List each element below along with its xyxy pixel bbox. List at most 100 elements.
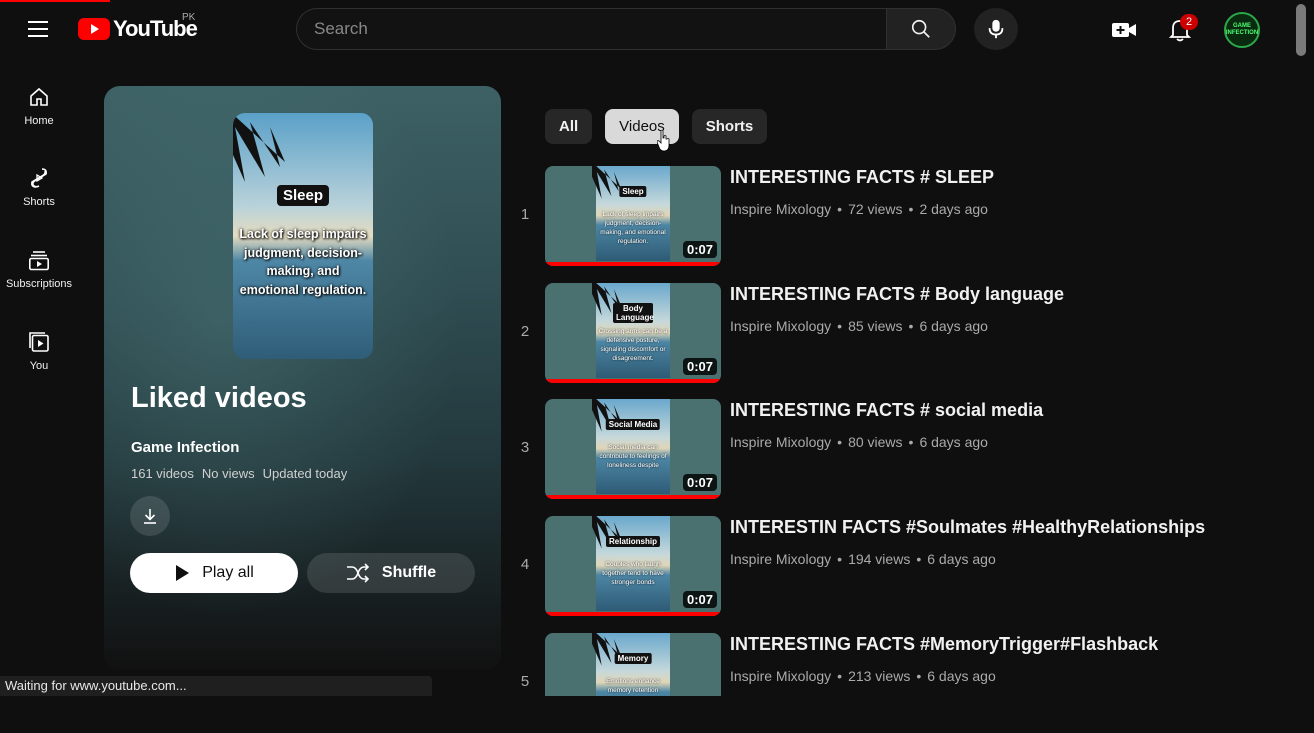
video-thumbnail[interactable]: Social Media Social media can contribute… [545, 399, 721, 499]
play-icon [176, 565, 190, 581]
video-meta: Inspire Mixology • 85 views • 6 days ago [730, 318, 988, 334]
sidebar-item-subscriptions[interactable]: Subscriptions [4, 233, 74, 305]
thumbnail-caption: Lack of sleep impairs judgment, decision… [239, 227, 367, 297]
sidebar-item-label: Subscriptions [5, 278, 73, 290]
view-count: 213 views [848, 668, 911, 684]
youtube-logo[interactable]: YouTube [78, 16, 198, 42]
thumbnail-title: Sleep [276, 185, 330, 206]
shuffle-icon [346, 563, 370, 583]
duration-badge: 0:07 [682, 474, 717, 491]
list-item[interactable]: 2 Body Language Crossing arms can be a d… [510, 283, 1270, 383]
search-bar [296, 8, 956, 50]
watch-progress-bar [545, 495, 721, 499]
thumbnail-caption: Lack of sleep impairs judgment, decision… [600, 211, 666, 245]
separator-dot: • [837, 434, 843, 450]
channel-name[interactable]: Inspire Mixology [730, 318, 831, 334]
play-all-button[interactable]: Play all [130, 553, 298, 593]
channel-name[interactable]: Inspire Mixology [730, 551, 831, 567]
separator-dot: • [916, 668, 922, 684]
hamburger-menu-button[interactable] [18, 12, 58, 46]
sidebar-item-you[interactable]: You [4, 315, 74, 387]
thumbnail-caption: Social media can contribute to feelings … [599, 444, 667, 469]
view-count: 72 views [848, 201, 903, 217]
video-title[interactable]: INTERESTING FACTS # Body language [730, 284, 1064, 305]
video-title[interactable]: INTERESTIN FACTS #Soulmates #HealthyRela… [730, 517, 1205, 538]
separator-dot: • [837, 668, 843, 684]
channel-name[interactable]: Inspire Mixology [730, 434, 831, 450]
menu-line [28, 35, 48, 37]
video-thumbnail[interactable]: Body Language Crossing arms can be a def… [545, 283, 721, 383]
separator-dot: • [837, 551, 843, 567]
separator-dot: • [908, 434, 914, 450]
playlist-owner[interactable]: Game Infection [131, 439, 239, 456]
download-button[interactable] [130, 496, 170, 536]
upload-age: 6 days ago [927, 551, 996, 567]
list-item[interactable]: 5 Memory Emotions enhance memory retenti… [510, 633, 1270, 733]
video-thumbnail[interactable]: Memory Emotions enhance memory retention [545, 633, 721, 696]
thumbnail-title: Memory [614, 653, 652, 664]
thumbnail-title: Body Language [613, 303, 654, 323]
video-thumbnail[interactable]: Sleep Lack of sleep impairs judgment, de… [545, 166, 721, 266]
shuffle-label: Shuffle [381, 564, 437, 581]
sidebar-item-shorts[interactable]: Shorts [4, 151, 74, 223]
download-icon [144, 509, 156, 524]
channel-name[interactable]: Inspire Mixology [730, 668, 831, 684]
you-icon [29, 332, 49, 352]
subscriptions-icon [28, 251, 49, 271]
page-load-progress [0, 0, 110, 2]
video-index: 2 [520, 323, 530, 340]
thumbnail-image: Social Media Social media can contribute… [592, 399, 670, 494]
create-button[interactable] [1104, 12, 1144, 48]
sidebar-item-label: You [29, 360, 49, 372]
playlist-thumbnail[interactable]: Sleep Lack of sleep impairs judgment, de… [233, 113, 373, 359]
voice-search-button[interactable] [974, 8, 1018, 50]
video-thumbnail[interactable]: Relationship Couples who laugh together … [545, 516, 721, 616]
menu-line [28, 28, 48, 30]
scrollbar-thumb[interactable] [1296, 4, 1306, 56]
separator-dot: • [916, 551, 922, 567]
avatar-text: GAME INFECTION [1225, 23, 1259, 36]
microphone-icon [988, 19, 1004, 39]
video-meta: Inspire Mixology • 213 views • 6 days ago [730, 668, 996, 684]
shuffle-button[interactable]: Shuffle [307, 553, 475, 593]
channel-name[interactable]: Inspire Mixology [730, 201, 831, 217]
video-index: 4 [520, 556, 530, 573]
thumbnail-title: Relationship [605, 536, 661, 547]
list-item[interactable]: 4 Relationship Couples who laugh togethe… [510, 516, 1270, 616]
list-item[interactable]: 3 Social Media Social media can contribu… [510, 399, 1270, 499]
sidebar-item-home[interactable]: Home [4, 70, 74, 142]
upload-age: 6 days ago [927, 668, 996, 684]
thumbnail-image: Sleep Lack of sleep impairs judgment, de… [592, 166, 670, 261]
notifications-button[interactable]: 2 [1160, 12, 1200, 48]
youtube-play-logo-icon [78, 18, 110, 40]
browser-status-bar: Waiting for www.youtube.com... [0, 676, 432, 696]
search-input[interactable] [296, 8, 886, 50]
thumbnail-image: Body Language Crossing arms can be a def… [592, 283, 670, 378]
sidebar-item-label: Home [24, 115, 54, 127]
view-count: No views [201, 466, 255, 481]
list-item[interactable]: 1 Sleep Lack of sleep impairs judgment, … [510, 166, 1270, 266]
thumbnail-title: Sleep [619, 186, 647, 197]
page-title: Liked videos [131, 382, 307, 414]
watch-progress-bar [545, 612, 721, 616]
thumbnail-caption: Emotions enhance memory retention [606, 678, 660, 694]
duration-badge: 0:07 [682, 241, 717, 258]
thumbnail-title: Social Media [605, 419, 661, 430]
shorts-icon [31, 168, 47, 188]
mouse-cursor-icon [657, 130, 670, 152]
separator-dot: • [908, 201, 914, 217]
chip-all[interactable]: All [545, 109, 593, 144]
thumbnail-image: Memory Emotions enhance memory retention [592, 633, 670, 696]
video-index: 3 [520, 439, 530, 456]
video-title[interactable]: INTERESTING FACTS #MemoryTrigger#Flashba… [730, 634, 1158, 655]
chip-shorts[interactable]: Shorts [691, 109, 768, 144]
separator-dot: • [908, 318, 914, 334]
create-video-icon [1112, 23, 1136, 37]
video-title[interactable]: INTERESTING FACTS # social media [730, 400, 1043, 421]
avatar[interactable]: GAME INFECTION [1224, 12, 1260, 48]
upload-age: 6 days ago [919, 434, 988, 450]
video-title[interactable]: INTERESTING FACTS # SLEEP [730, 167, 994, 188]
watch-progress-bar [545, 262, 721, 266]
search-button[interactable] [886, 8, 956, 50]
video-index: 1 [520, 206, 530, 223]
